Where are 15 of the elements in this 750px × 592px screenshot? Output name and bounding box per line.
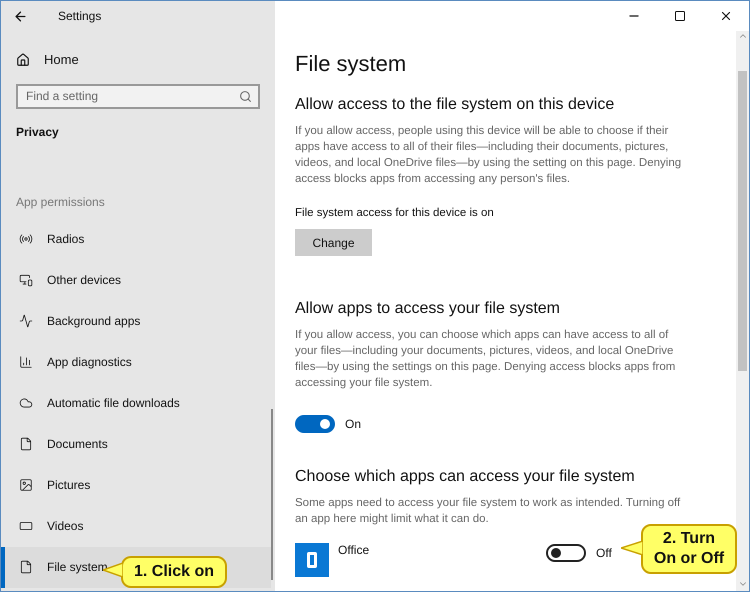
toggle-label: On <box>345 416 362 434</box>
callout-bubble: 1. Click on <box>121 556 227 588</box>
description-text: If you allow access, you can choose which apps can have access to all of your files—including your documents, pictures, videos, and local OneDrive files—by using the settings on this page. Denying access blocks apps from accessing your file system. <box>295 328 676 392</box>
window-title: Settings <box>58 8 102 25</box>
group-heading: App permissions <box>15 194 106 210</box>
section-heading: Allow access to the file system on this device <box>295 95 616 115</box>
callout-bubble: 2. Turn On or Off <box>641 524 737 574</box>
section-title: Privacy <box>15 124 60 140</box>
status-text: File system access for this device is on <box>295 206 495 221</box>
toggle-label: Off <box>596 545 612 562</box>
section-heading: Choose which apps can access your file system <box>295 467 636 488</box>
section-heading: Allow apps to access your file system <box>295 299 561 320</box>
description-text: If you allow access, people using this device will be able to choose if their apps have access to all of their files—including their documents, pictures, videos, and local OneDrive files—by using the setting on this page. Denying access blocks apps from accessing any person's files. <box>295 124 682 187</box>
page-title: File system <box>295 50 408 78</box>
app-name: Office <box>338 542 370 560</box>
